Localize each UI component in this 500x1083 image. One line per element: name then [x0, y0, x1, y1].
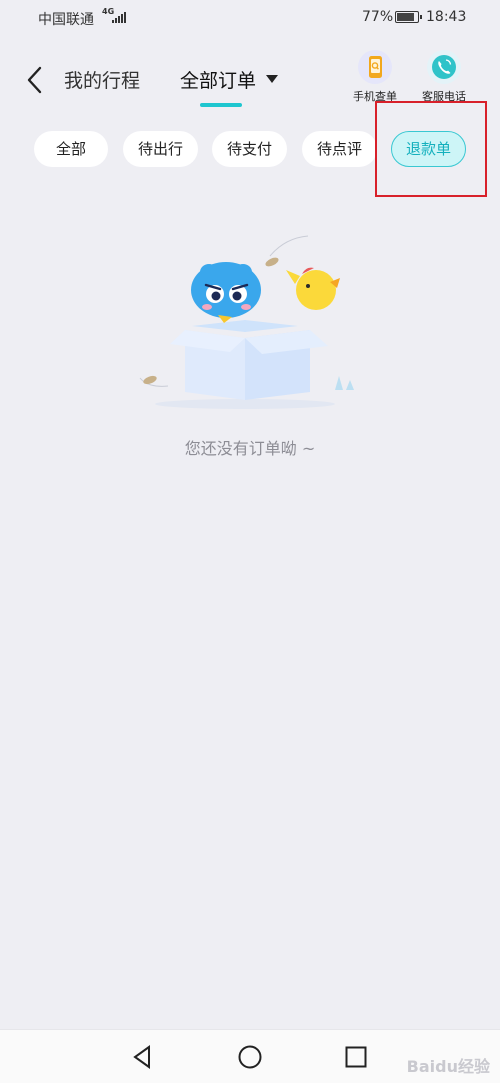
empty-box-illustration [139, 235, 354, 409]
customer-service-button[interactable]: 客服电话 [412, 50, 476, 104]
empty-message: 您还没有订单呦 ~ [184, 439, 316, 458]
tab-all-orders[interactable]: 全部订单 [180, 66, 256, 93]
battery-icon [395, 11, 422, 23]
tab-my-trips[interactable]: 我的行程 [64, 66, 140, 93]
carrier-name: 中国联通 [38, 12, 94, 28]
active-tab-indicator [200, 103, 242, 107]
phone-search-icon [358, 50, 392, 84]
nav-back-icon[interactable] [130, 1044, 156, 1070]
phone-search-button[interactable]: 手机查单 [343, 50, 407, 104]
headset-call-icon [427, 50, 461, 84]
chip-to-review[interactable]: 待点评 [302, 131, 377, 167]
nav-recents-icon[interactable] [343, 1044, 369, 1070]
nav-home-icon[interactable] [237, 1044, 263, 1070]
chip-to-travel[interactable]: 待出行 [123, 131, 198, 167]
system-nav-bar: Baidu经验 [0, 1029, 500, 1083]
chip-all[interactable]: 全部 [34, 131, 108, 167]
back-button[interactable] [22, 64, 52, 96]
screen: 中国联通 4G 77% 18:43 我的行程 全部订单 手机查单 客服电话 全部… [0, 0, 500, 1083]
battery-percent: 77% [362, 9, 394, 25]
clock: 18:43 [426, 9, 467, 25]
annotation-highlight-box [375, 101, 487, 197]
signal-icon [112, 11, 128, 23]
chip-to-pay[interactable]: 待支付 [212, 131, 287, 167]
status-bar: 中国联通 4G 77% 18:43 [0, 0, 500, 36]
chevron-left-icon [27, 66, 42, 94]
caret-down-icon[interactable] [266, 75, 278, 83]
watermark: Baidu经验 [406, 1057, 490, 1076]
